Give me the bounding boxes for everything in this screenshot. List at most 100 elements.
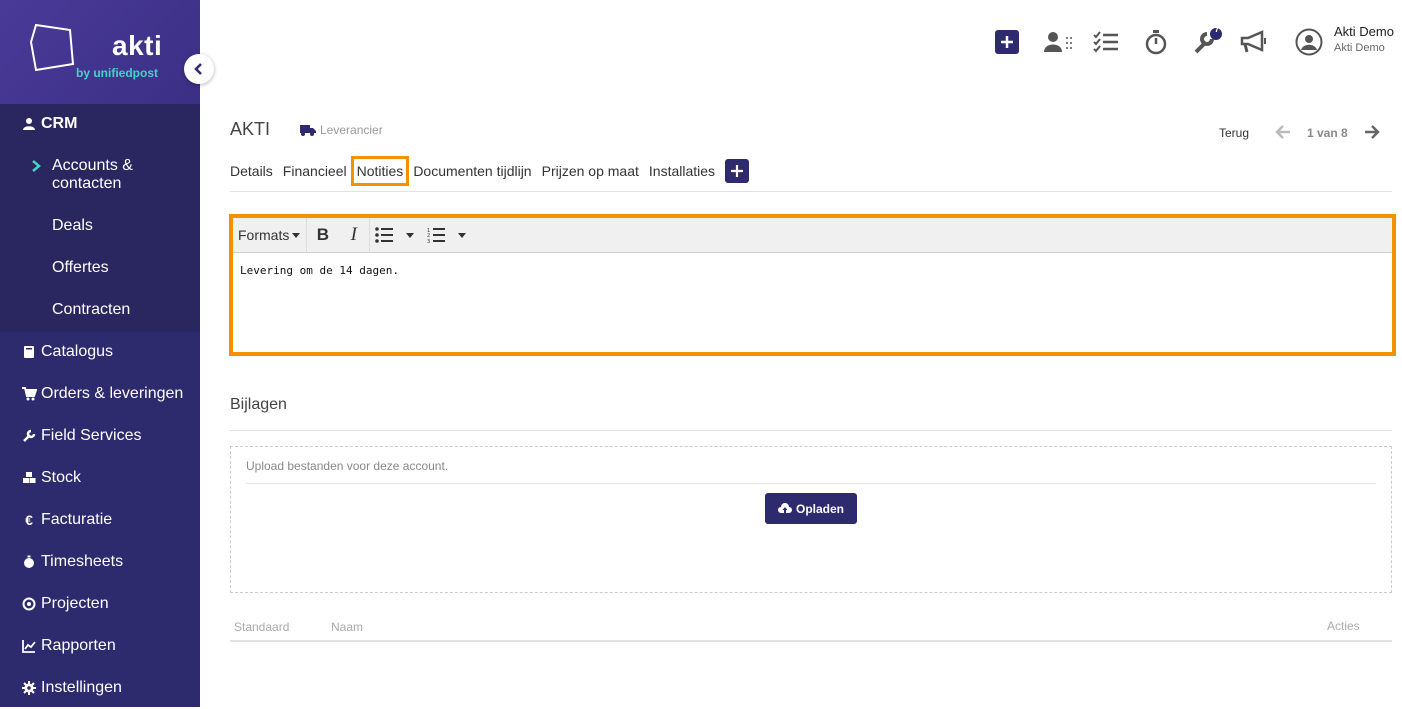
upload-hint: Upload bestanden voor deze account. <box>246 459 449 473</box>
numbered-list-icon: 123 <box>427 228 446 243</box>
chevron-right-icon <box>32 160 41 172</box>
tab-financieel[interactable]: Financieel <box>283 163 347 179</box>
user-circle-icon <box>1295 28 1323 56</box>
stopwatch-icon <box>1145 30 1167 55</box>
sidebar-item-catalogus[interactable]: Catalogus <box>0 331 200 373</box>
sidebar-item-crm[interactable]: CRM <box>0 103 200 145</box>
sidebar-item-field-services[interactable]: Field Services <box>0 415 200 457</box>
upload-button-label: Opladen <box>795 501 844 516</box>
table-header-divider <box>230 640 1392 642</box>
sidebar-item-label: Stock <box>41 469 82 486</box>
cloud-upload-icon <box>777 503 792 513</box>
caret-down-icon <box>458 232 467 238</box>
upload-button[interactable]: Opladen <box>765 493 857 524</box>
add-tab-button[interactable] <box>725 159 750 183</box>
chevron-left-icon <box>194 63 202 75</box>
formats-label: Formats <box>238 227 290 243</box>
tab-installaties[interactable]: Installaties <box>649 163 715 179</box>
sidebar-item-label: Timesheets <box>41 553 124 570</box>
sidebar-subitem-offertes[interactable]: Offertes <box>52 259 109 277</box>
sidebar-item-orders[interactable]: Orders & leveringen <box>0 373 200 415</box>
user-company: Akti Demo <box>1334 42 1385 54</box>
chart-line-icon <box>19 639 39 653</box>
bold-button[interactable]: B <box>307 218 338 253</box>
sidebar-item-label: Field Services <box>41 427 142 444</box>
user-name[interactable]: Akti Demo <box>1334 24 1394 39</box>
tab-notities[interactable]: Notities <box>350 156 410 186</box>
notification-badge: 7 <box>1214 24 1220 34</box>
sidebar-item-instellingen[interactable]: Instellingen <box>0 667 200 709</box>
akti-logo-icon <box>29 23 75 72</box>
timer-button[interactable] <box>1144 28 1168 56</box>
sidebar-subitem-contracten[interactable]: Contracten <box>52 301 130 319</box>
sidebar-item-label: Orders & leveringen <box>41 385 184 402</box>
bullet-list-button[interactable] <box>370 218 398 253</box>
account-type: Leverancier <box>300 123 383 137</box>
logo-area: akti by unifiedpost <box>0 0 200 104</box>
tab-details[interactable]: Details <box>230 163 273 179</box>
arrow-left-icon[interactable] <box>1275 125 1291 139</box>
bold-icon: B <box>316 225 329 244</box>
sidebar-subitem-deals[interactable]: Deals <box>52 217 93 235</box>
announcements-button[interactable] <box>1240 28 1270 56</box>
sidebar-subitem-accounts[interactable]: Accounts & <box>52 157 133 175</box>
numbered-list-dropdown[interactable] <box>450 218 474 253</box>
sidebar-item-rapporten[interactable]: Rapporten <box>0 625 200 667</box>
sidebar-item-label: Projecten <box>41 595 109 612</box>
tasks-button[interactable] <box>1093 28 1119 56</box>
caret-down-icon <box>292 232 301 238</box>
bullet-list-dropdown[interactable] <box>398 218 422 253</box>
tab-documenten-tijdlijn[interactable]: Documenten tijdlijn <box>413 163 531 179</box>
user-icon <box>19 117 39 131</box>
add-button[interactable] <box>995 28 1019 56</box>
sidebar-item-label: Instellingen <box>41 679 122 696</box>
arrow-right-icon[interactable] <box>1364 125 1380 139</box>
sidebar-subitem-accounts-line2[interactable]: contacten <box>52 175 121 193</box>
sidebar-item-label: Rapporten <box>41 637 116 654</box>
user-menu-button[interactable] <box>1295 28 1323 56</box>
back-link[interactable]: Terug <box>1219 126 1249 140</box>
sidebar-item-projecten[interactable]: Projecten <box>0 583 200 625</box>
page-title: AKTI <box>230 119 271 139</box>
formats-dropdown[interactable]: Formats <box>233 217 308 253</box>
plus-icon <box>731 165 744 177</box>
column-header-acties: Acties <box>1327 619 1360 633</box>
brand-sub: by unifiedpost <box>76 66 158 80</box>
sidebar-item-label: Catalogus <box>41 343 114 360</box>
brand-name: akti <box>112 30 163 61</box>
account-type-label: Leverancier <box>320 123 383 137</box>
tabs: Details Financieel Notities Documenten t… <box>230 154 750 188</box>
bullet-list-icon <box>375 227 394 243</box>
column-header-naam[interactable]: Naam <box>331 620 363 634</box>
divider <box>230 430 1392 431</box>
sidebar: akti by unifiedpost CRM Accounts & conta… <box>0 0 200 707</box>
upload-dropzone[interactable]: Upload bestanden voor deze account. Opla… <box>230 446 1392 593</box>
tools-button[interactable]: 7 <box>1192 24 1224 56</box>
italic-icon: I <box>350 224 357 245</box>
plus-icon <box>995 30 1019 54</box>
editor-content[interactable]: Levering om de 14 dagen. <box>233 253 1392 288</box>
book-icon <box>19 345 39 359</box>
sidebar-item-stock[interactable]: Stock <box>0 457 200 499</box>
tab-prijzen-op-maat[interactable]: Prijzen op maat <box>542 163 639 179</box>
user-list-icon <box>1044 32 1074 52</box>
sidebar-collapse-button[interactable] <box>184 54 214 84</box>
pager-text: 1 van 8 <box>1307 126 1348 140</box>
column-header-standaard[interactable]: Standaard <box>234 620 289 634</box>
contacts-button[interactable] <box>1043 28 1075 56</box>
svg-text:3: 3 <box>427 239 430 243</box>
gear-icon <box>19 681 39 695</box>
italic-button[interactable]: I <box>338 218 369 253</box>
target-icon <box>19 597 39 611</box>
sidebar-item-label: Facturatie <box>41 511 113 528</box>
sidebar-item-timesheets[interactable]: Timesheets <box>0 541 200 583</box>
sidebar-item-facturatie[interactable]: € Facturatie <box>0 499 200 541</box>
numbered-list-button[interactable]: 123 <box>422 218 450 253</box>
divider <box>230 191 1392 192</box>
checklist-icon <box>1093 31 1118 53</box>
sidebar-item-crm-label: CRM <box>41 115 78 132</box>
truck-icon <box>300 124 316 136</box>
wrench-icon <box>19 429 39 443</box>
euro-icon: € <box>25 512 33 528</box>
editor-toolbar: Formats B I 123 <box>233 217 1392 253</box>
